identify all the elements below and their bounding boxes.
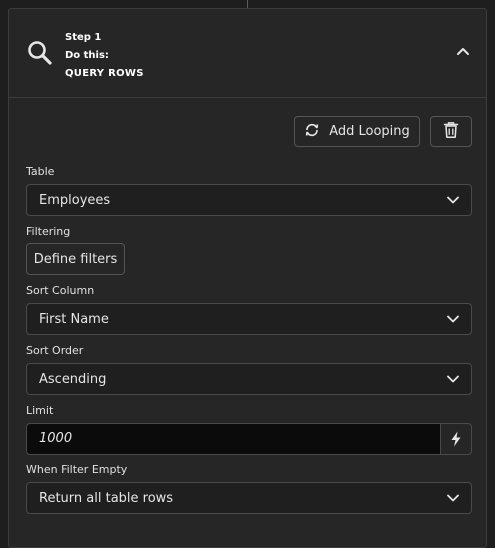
chevron-up-icon[interactable]	[453, 41, 473, 61]
step-meta: Step 1 Do this: QUERY ROWS	[65, 29, 144, 83]
when-filter-empty-label: When Filter Empty	[26, 463, 128, 476]
delete-step-button[interactable]	[430, 116, 472, 147]
limit-label: Limit	[26, 404, 54, 417]
table-label: Table	[26, 165, 55, 178]
step-action-name: QUERY ROWS	[65, 68, 144, 79]
step-header[interactable]: Step 1 Do this: QUERY ROWS	[9, 9, 486, 98]
chevron-down-icon	[447, 494, 459, 502]
table-select-value: Employees	[39, 193, 111, 208]
table-select[interactable]: Employees	[26, 184, 472, 216]
lightning-bolt-icon	[451, 431, 461, 447]
add-looping-label: Add Looping	[329, 124, 410, 139]
limit-input[interactable]: 1000	[26, 423, 440, 455]
when-filter-empty-value: Return all table rows	[39, 491, 174, 506]
trash-icon	[443, 121, 459, 143]
sort-column-label: Sort Column	[26, 284, 95, 297]
loop-icon	[304, 122, 329, 142]
sort-order-label: Sort Order	[26, 344, 84, 357]
when-filter-empty-select[interactable]: Return all table rows	[26, 482, 472, 514]
step-connector-line	[247, 0, 248, 8]
sort-column-select[interactable]: First Name	[26, 303, 472, 335]
binding-toggle-button[interactable]	[440, 423, 472, 455]
filtering-label: Filtering	[26, 225, 71, 238]
sort-order-value: Ascending	[39, 372, 107, 387]
sort-order-select[interactable]: Ascending	[26, 363, 472, 395]
step-number: Step 1	[65, 32, 102, 43]
step-card: Step 1 Do this: QUERY ROWS Add Looping T…	[8, 8, 487, 548]
chevron-down-icon	[447, 315, 459, 323]
chevron-down-icon	[447, 196, 459, 204]
define-filters-label: Define filters	[33, 251, 118, 267]
define-filters-button[interactable]: Define filters	[26, 243, 125, 275]
search-icon	[26, 39, 54, 67]
sort-column-value: First Name	[39, 312, 109, 327]
add-looping-button[interactable]: Add Looping	[294, 116, 420, 147]
chevron-down-icon	[447, 375, 459, 383]
step-do-label: Do this:	[65, 50, 109, 61]
